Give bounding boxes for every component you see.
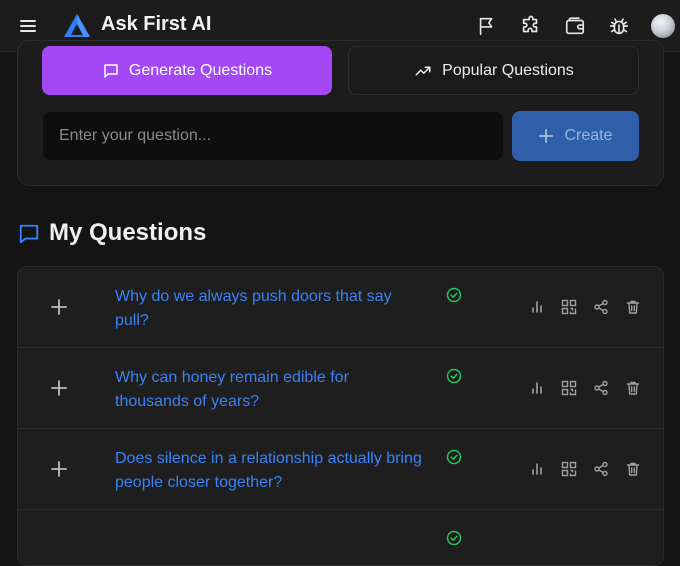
message-icon — [102, 62, 120, 80]
qr-code-icon[interactable] — [561, 380, 577, 396]
question-text[interactable]: Does silence in a relationship actually … — [115, 447, 425, 495]
question-input[interactable] — [43, 112, 503, 160]
puzzle-icon[interactable] — [520, 15, 542, 37]
question-row — [18, 510, 663, 565]
trash-icon[interactable] — [625, 461, 641, 477]
question-row: Why can honey remain edible for thousand… — [18, 348, 663, 429]
question-row: Why do we always push doors that say pul… — [18, 267, 663, 348]
create-label: Create — [564, 127, 613, 144]
questions-list: Why do we always push doors that say pul… — [17, 266, 664, 566]
check-circle-icon — [446, 449, 462, 465]
stats-icon[interactable] — [529, 461, 545, 477]
trash-icon[interactable] — [625, 380, 641, 396]
trash-icon[interactable] — [625, 299, 641, 315]
section-title: My Questions — [49, 219, 207, 246]
check-circle-icon — [446, 530, 462, 546]
popular-questions-button[interactable]: Popular Questions — [348, 46, 639, 95]
share-icon[interactable] — [593, 299, 609, 315]
expand-icon[interactable] — [50, 298, 68, 316]
logo-icon[interactable] — [63, 13, 91, 39]
qr-code-icon[interactable] — [561, 461, 577, 477]
generate-questions-button[interactable]: Generate Questions — [42, 46, 332, 95]
flag-icon[interactable] — [476, 15, 498, 37]
menu-icon[interactable] — [19, 16, 39, 36]
stats-icon[interactable] — [529, 380, 545, 396]
message-square-icon — [18, 223, 40, 245]
trending-up-icon — [413, 62, 433, 80]
qr-code-icon[interactable] — [561, 299, 577, 315]
question-text[interactable]: Why do we always push doors that say pul… — [115, 285, 425, 333]
create-button[interactable]: Create — [512, 111, 639, 161]
bug-icon[interactable] — [608, 15, 630, 37]
wallet-icon[interactable] — [564, 15, 586, 37]
question-row: Does silence in a relationship actually … — [18, 429, 663, 510]
expand-icon[interactable] — [50, 379, 68, 397]
generate-questions-label: Generate Questions — [128, 61, 273, 79]
share-icon[interactable] — [593, 461, 609, 477]
expand-icon[interactable] — [50, 460, 68, 478]
question-text[interactable]: Why can honey remain edible for thousand… — [115, 366, 425, 414]
share-icon[interactable] — [593, 380, 609, 396]
check-circle-icon — [446, 368, 462, 384]
check-circle-icon — [446, 287, 462, 303]
avatar[interactable] — [651, 14, 675, 38]
app-title[interactable]: Ask First AI — [101, 13, 211, 36]
plus-icon — [538, 128, 554, 144]
popular-questions-label: Popular Questions — [442, 61, 574, 79]
stats-icon[interactable] — [529, 299, 545, 315]
